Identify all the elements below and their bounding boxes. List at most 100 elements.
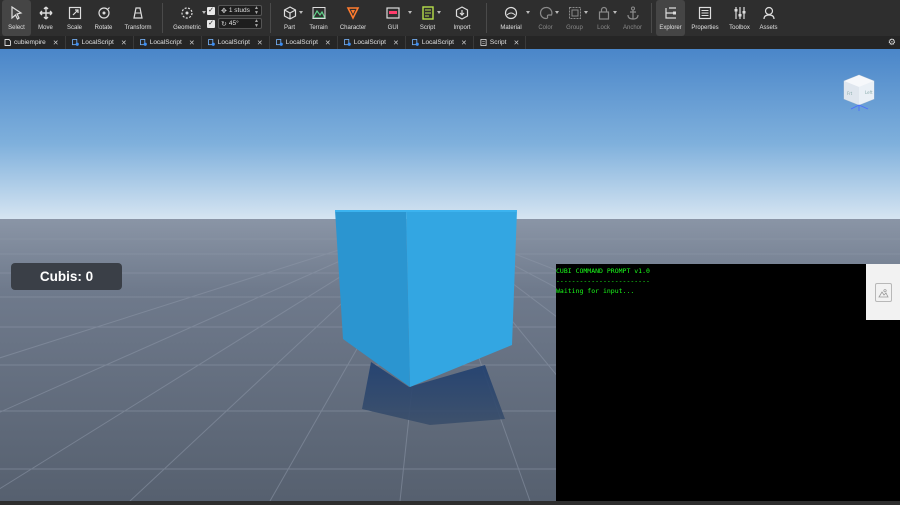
chevron-down-icon[interactable] <box>408 11 412 14</box>
tab-localscript[interactable]: LocalScript ✕ <box>134 36 202 49</box>
lock-icon <box>595 4 613 22</box>
material-icon <box>502 4 520 22</box>
cube-icon <box>281 4 299 22</box>
tool-label: Part <box>283 25 295 31</box>
tool-label: Script <box>419 25 436 31</box>
scale-icon <box>66 4 84 22</box>
rotate-snap-input[interactable]: ↻ 45° ▲ ▼ <box>218 18 262 29</box>
tab-label: LocalScript <box>217 39 250 46</box>
close-icon[interactable]: ✕ <box>121 39 127 47</box>
move-snap-checkbox[interactable]: ✓ <box>207 6 215 15</box>
anchor-button[interactable]: Anchor <box>618 0 647 36</box>
tool-label: Assets <box>759 25 778 31</box>
close-icon[interactable]: ✕ <box>53 39 59 47</box>
close-icon[interactable]: ✕ <box>257 39 263 47</box>
console-line: Waiting for input... <box>556 287 635 295</box>
tool-label: Move <box>38 25 53 31</box>
group-icon <box>566 4 584 22</box>
tab-localscript[interactable]: LocalScript ✕ <box>338 36 406 49</box>
import-button[interactable]: Import <box>442 0 482 36</box>
tool-label: Group <box>566 25 583 31</box>
group-button[interactable]: Group <box>560 0 589 36</box>
gui-icon <box>384 4 402 22</box>
geometric-mode-button[interactable]: Geometric <box>167 0 207 36</box>
localscript-icon <box>71 39 79 46</box>
tab-localscript[interactable]: LocalScript ✕ <box>406 36 474 49</box>
gui-button[interactable]: GUI <box>373 0 413 36</box>
close-icon[interactable]: ✕ <box>513 39 519 47</box>
localscript-icon <box>411 39 419 46</box>
tab-label: Script <box>489 39 507 46</box>
toolbar-separator <box>486 3 487 33</box>
rotate-snap-checkbox[interactable]: ✓ <box>207 19 215 28</box>
toolbar: Select Move Scale Rotate Transform Geome… <box>0 0 900 36</box>
gear-icon[interactable]: ⚙ <box>888 37 896 48</box>
stepper-icon[interactable]: ▲ ▼ <box>254 18 259 29</box>
tool-label: Select <box>8 25 25 31</box>
localscript-icon <box>207 39 215 46</box>
part-button[interactable]: Part <box>275 0 304 36</box>
tab-label: LocalScript <box>285 39 318 46</box>
snap-settings: ✓ ✥ 1 studs ▲ ▼ ✓ ↻ 45° ▲ ▼ <box>207 0 262 29</box>
tool-label: Anchor <box>622 25 642 31</box>
chevron-down-icon[interactable] <box>584 11 588 14</box>
chevron-down-icon[interactable] <box>555 11 559 14</box>
close-icon[interactable]: ✕ <box>461 39 467 47</box>
scale-tool-button[interactable]: Scale <box>60 0 89 36</box>
transform-icon <box>129 4 147 22</box>
close-icon[interactable]: ✕ <box>325 39 331 47</box>
tab-script[interactable]: Script ✕ <box>474 36 527 49</box>
toolbox-icon <box>731 4 749 22</box>
terrain-button[interactable]: Terrain <box>304 0 333 36</box>
console-sidebar <box>866 320 900 501</box>
tool-label: Import <box>453 25 471 31</box>
color-icon <box>537 4 555 22</box>
explorer-icon <box>662 4 680 22</box>
character-button[interactable]: Character <box>333 0 373 36</box>
studio-window: Select Move Scale Rotate Transform Geome… <box>0 0 900 505</box>
tab-cubiempire[interactable]: cubiempire ✕ <box>0 36 66 49</box>
tab-localscript[interactable]: LocalScript ✕ <box>270 36 338 49</box>
chevron-down-icon[interactable] <box>202 11 206 14</box>
tool-label: Scale <box>66 25 82 31</box>
explorer-button[interactable]: Explorer <box>656 0 685 36</box>
rotate-tool-button[interactable]: Rotate <box>89 0 118 36</box>
tab-label: LocalScript <box>421 39 454 46</box>
3d-viewport[interactable]: Frt Left Cubis: 0 CUBI COMMAND PROMPT v1… <box>0 49 900 501</box>
tab-localscript[interactable]: LocalScript ✕ <box>66 36 134 49</box>
properties-icon <box>696 4 714 22</box>
stepper-icon[interactable]: ▲ ▼ <box>254 5 259 16</box>
move-snap-input[interactable]: ✥ 1 studs ▲ ▼ <box>218 5 262 16</box>
move-icon <box>37 4 55 22</box>
lock-button[interactable]: Lock <box>589 0 618 36</box>
import-icon <box>453 4 471 22</box>
status-bar <box>0 501 900 505</box>
tool-label: Character <box>339 25 367 31</box>
svg-text:Left: Left <box>865 90 873 95</box>
command-prompt-console[interactable]: CUBI COMMAND PROMPT v1.0 ---------------… <box>556 264 866 501</box>
material-button[interactable]: Material <box>491 0 531 36</box>
tab-label: LocalScript <box>353 39 386 46</box>
close-icon[interactable]: ✕ <box>393 39 399 47</box>
chevron-down-icon[interactable] <box>613 11 617 14</box>
assets-icon <box>760 4 778 22</box>
tool-label: Rotate <box>94 25 113 31</box>
color-button[interactable]: Color <box>531 0 560 36</box>
chevron-down-icon[interactable] <box>526 11 530 14</box>
svg-text:Frt: Frt <box>847 91 853 96</box>
tool-label: GUI <box>387 25 399 31</box>
transform-tool-button[interactable]: Transform <box>118 0 158 36</box>
move-tool-button[interactable]: Move <box>31 0 60 36</box>
select-tool-button[interactable]: Select <box>2 0 31 36</box>
toolbox-button[interactable]: Toolbox <box>725 0 754 36</box>
rotate-snap-value: 45° <box>228 20 239 27</box>
properties-button[interactable]: Properties <box>685 0 725 36</box>
script-button[interactable]: Script <box>413 0 442 36</box>
assets-button[interactable]: Assets <box>754 0 783 36</box>
close-icon[interactable]: ✕ <box>189 39 195 47</box>
view-cube[interactable]: Frt Left <box>838 71 880 113</box>
chevron-down-icon[interactable] <box>437 11 441 14</box>
tab-localscript[interactable]: LocalScript ✕ <box>202 36 270 49</box>
chevron-down-icon[interactable] <box>299 11 303 14</box>
tab-label: cubiempire <box>14 39 46 46</box>
